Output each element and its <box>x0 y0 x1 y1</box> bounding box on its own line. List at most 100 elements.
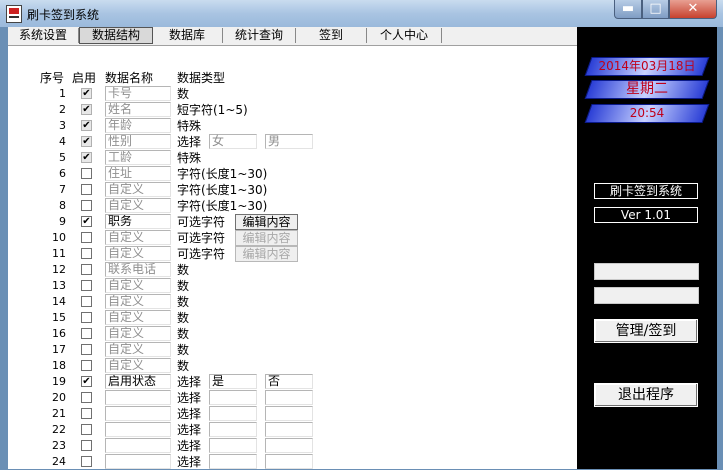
enable-checkbox[interactable] <box>81 392 92 403</box>
row-number: 5 <box>59 151 66 164</box>
table-row: 9 ✔ 职务 可选字符 编辑内容 <box>8 214 577 230</box>
option-1-input[interactable] <box>209 390 257 405</box>
field-name-input[interactable] <box>105 422 171 437</box>
app-icon <box>6 5 22 23</box>
enable-checkbox[interactable] <box>81 328 92 339</box>
minimize-button[interactable]: ▬ <box>614 0 642 19</box>
enable-checkbox[interactable] <box>81 232 92 243</box>
field-name-input[interactable]: 姓名 <box>105 102 171 117</box>
enable-checkbox[interactable]: ✔ <box>81 216 92 227</box>
enable-checkbox[interactable] <box>81 200 92 211</box>
field-name-input[interactable]: 工龄 <box>105 150 171 165</box>
field-name-input[interactable]: 联系电话 <box>105 262 171 277</box>
field-name-input[interactable] <box>105 438 171 453</box>
field-name-input[interactable] <box>105 454 171 469</box>
field-name-input[interactable]: 卡号 <box>105 86 171 101</box>
field-name-input[interactable]: 自定义 <box>105 198 171 213</box>
option-2-input[interactable] <box>265 454 313 469</box>
menu-statistics[interactable]: 统计查询 <box>223 28 296 43</box>
field-name-input[interactable]: 住址 <box>105 166 171 181</box>
menu-data-structure[interactable]: 数据结构 <box>79 27 153 44</box>
field-name-input[interactable]: 性别 <box>105 134 171 149</box>
table-row: 11 自定义 可选字符 编辑内容 <box>8 246 577 262</box>
enable-checkbox[interactable]: ✔ <box>81 152 92 163</box>
option-2-input[interactable]: 否 <box>265 374 313 389</box>
panel-input-1[interactable] <box>594 263 699 280</box>
option-2-input[interactable] <box>265 390 313 405</box>
side-panel: 2014年03月18日 星期二 20:54 刷卡签到系统 Ver 1.01 管理… <box>577 27 717 469</box>
edit-content-button[interactable]: 编辑内容 <box>235 230 298 246</box>
enable-checkbox[interactable] <box>81 456 92 467</box>
field-name-input[interactable]: 自定义 <box>105 326 171 341</box>
field-name-input[interactable]: 启用状态 <box>105 374 171 389</box>
field-type-label: 选择 <box>177 439 202 453</box>
field-name-input[interactable]: 自定义 <box>105 358 171 373</box>
enable-checkbox[interactable] <box>81 360 92 371</box>
enable-checkbox[interactable] <box>81 264 92 275</box>
enable-checkbox[interactable] <box>81 424 92 435</box>
option-1-input[interactable] <box>209 406 257 421</box>
option-2-input[interactable] <box>265 422 313 437</box>
enable-checkbox[interactable]: ✔ <box>81 88 92 99</box>
enable-checkbox[interactable] <box>81 184 92 195</box>
table-row: 7 自定义 字符(长度1~30) <box>8 182 577 198</box>
enable-checkbox[interactable] <box>81 312 92 323</box>
option-1-input[interactable] <box>209 422 257 437</box>
field-type-label: 字符(长度1~30) <box>177 199 268 213</box>
row-number: 19 <box>52 375 66 388</box>
exit-button[interactable]: 退出程序 <box>594 383 698 407</box>
enable-checkbox[interactable]: ✔ <box>81 120 92 131</box>
menu-system-settings[interactable]: 系统设置 <box>8 28 79 43</box>
field-type-label: 数 <box>177 279 190 293</box>
option-1-input[interactable] <box>209 454 257 469</box>
enable-checkbox[interactable] <box>81 280 92 291</box>
field-type-label: 选择 <box>177 455 202 469</box>
table-row: 4 ✔ 性别 选择女男 <box>8 134 577 150</box>
field-name-input[interactable] <box>105 390 171 405</box>
enable-checkbox[interactable] <box>81 408 92 419</box>
enable-checkbox[interactable]: ✔ <box>81 104 92 115</box>
option-2-input[interactable]: 男 <box>265 134 313 149</box>
enable-checkbox[interactable] <box>81 296 92 307</box>
option-1-input[interactable]: 女 <box>209 134 257 149</box>
field-name-input[interactable]: 自定义 <box>105 230 171 245</box>
table-row: 18 自定义数 <box>8 358 577 374</box>
field-name-input[interactable]: 自定义 <box>105 342 171 357</box>
enable-checkbox[interactable] <box>81 248 92 259</box>
enable-checkbox[interactable] <box>81 344 92 355</box>
enable-checkbox[interactable]: ✔ <box>81 376 92 387</box>
menu-bar: 系统设置 数据结构 数据库 统计查询 签到 个人中心 <box>8 27 577 46</box>
field-name-input[interactable]: 自定义 <box>105 246 171 261</box>
menu-sign-in[interactable]: 签到 <box>296 28 367 43</box>
option-2-input[interactable] <box>265 406 313 421</box>
enable-checkbox[interactable] <box>81 440 92 451</box>
field-name-input[interactable]: 自定义 <box>105 310 171 325</box>
option-2-input[interactable] <box>265 438 313 453</box>
row-number: 6 <box>59 167 66 180</box>
manage-sign-in-button[interactable]: 管理/签到 <box>594 319 698 343</box>
edit-content-button[interactable]: 编辑内容 <box>235 214 298 230</box>
table-row: 24 选择 <box>8 454 577 470</box>
menu-personal-center[interactable]: 个人中心 <box>367 28 442 43</box>
option-1-input[interactable] <box>209 438 257 453</box>
row-number: 2 <box>59 103 66 116</box>
edit-content-button[interactable]: 编辑内容 <box>235 246 298 262</box>
option-1-input[interactable]: 是 <box>209 374 257 389</box>
field-name-input[interactable]: 职务 <box>105 214 171 229</box>
enable-checkbox[interactable]: ✔ <box>81 136 92 147</box>
row-number: 9 <box>59 215 66 228</box>
field-type-label: 选择 <box>177 391 202 405</box>
field-name-input[interactable]: 自定义 <box>105 182 171 197</box>
field-type-label: 选择 <box>177 135 202 149</box>
field-name-input[interactable]: 自定义 <box>105 294 171 309</box>
menu-database[interactable]: 数据库 <box>152 28 223 43</box>
close-button[interactable]: ✕ <box>669 0 717 19</box>
field-name-input[interactable]: 自定义 <box>105 278 171 293</box>
row-number: 15 <box>52 311 66 324</box>
maximize-button[interactable]: □ <box>642 0 669 19</box>
field-name-input[interactable]: 年龄 <box>105 118 171 133</box>
field-type-label: 数 <box>177 263 190 277</box>
enable-checkbox[interactable] <box>81 168 92 179</box>
field-name-input[interactable] <box>105 406 171 421</box>
panel-input-2[interactable] <box>594 287 699 304</box>
